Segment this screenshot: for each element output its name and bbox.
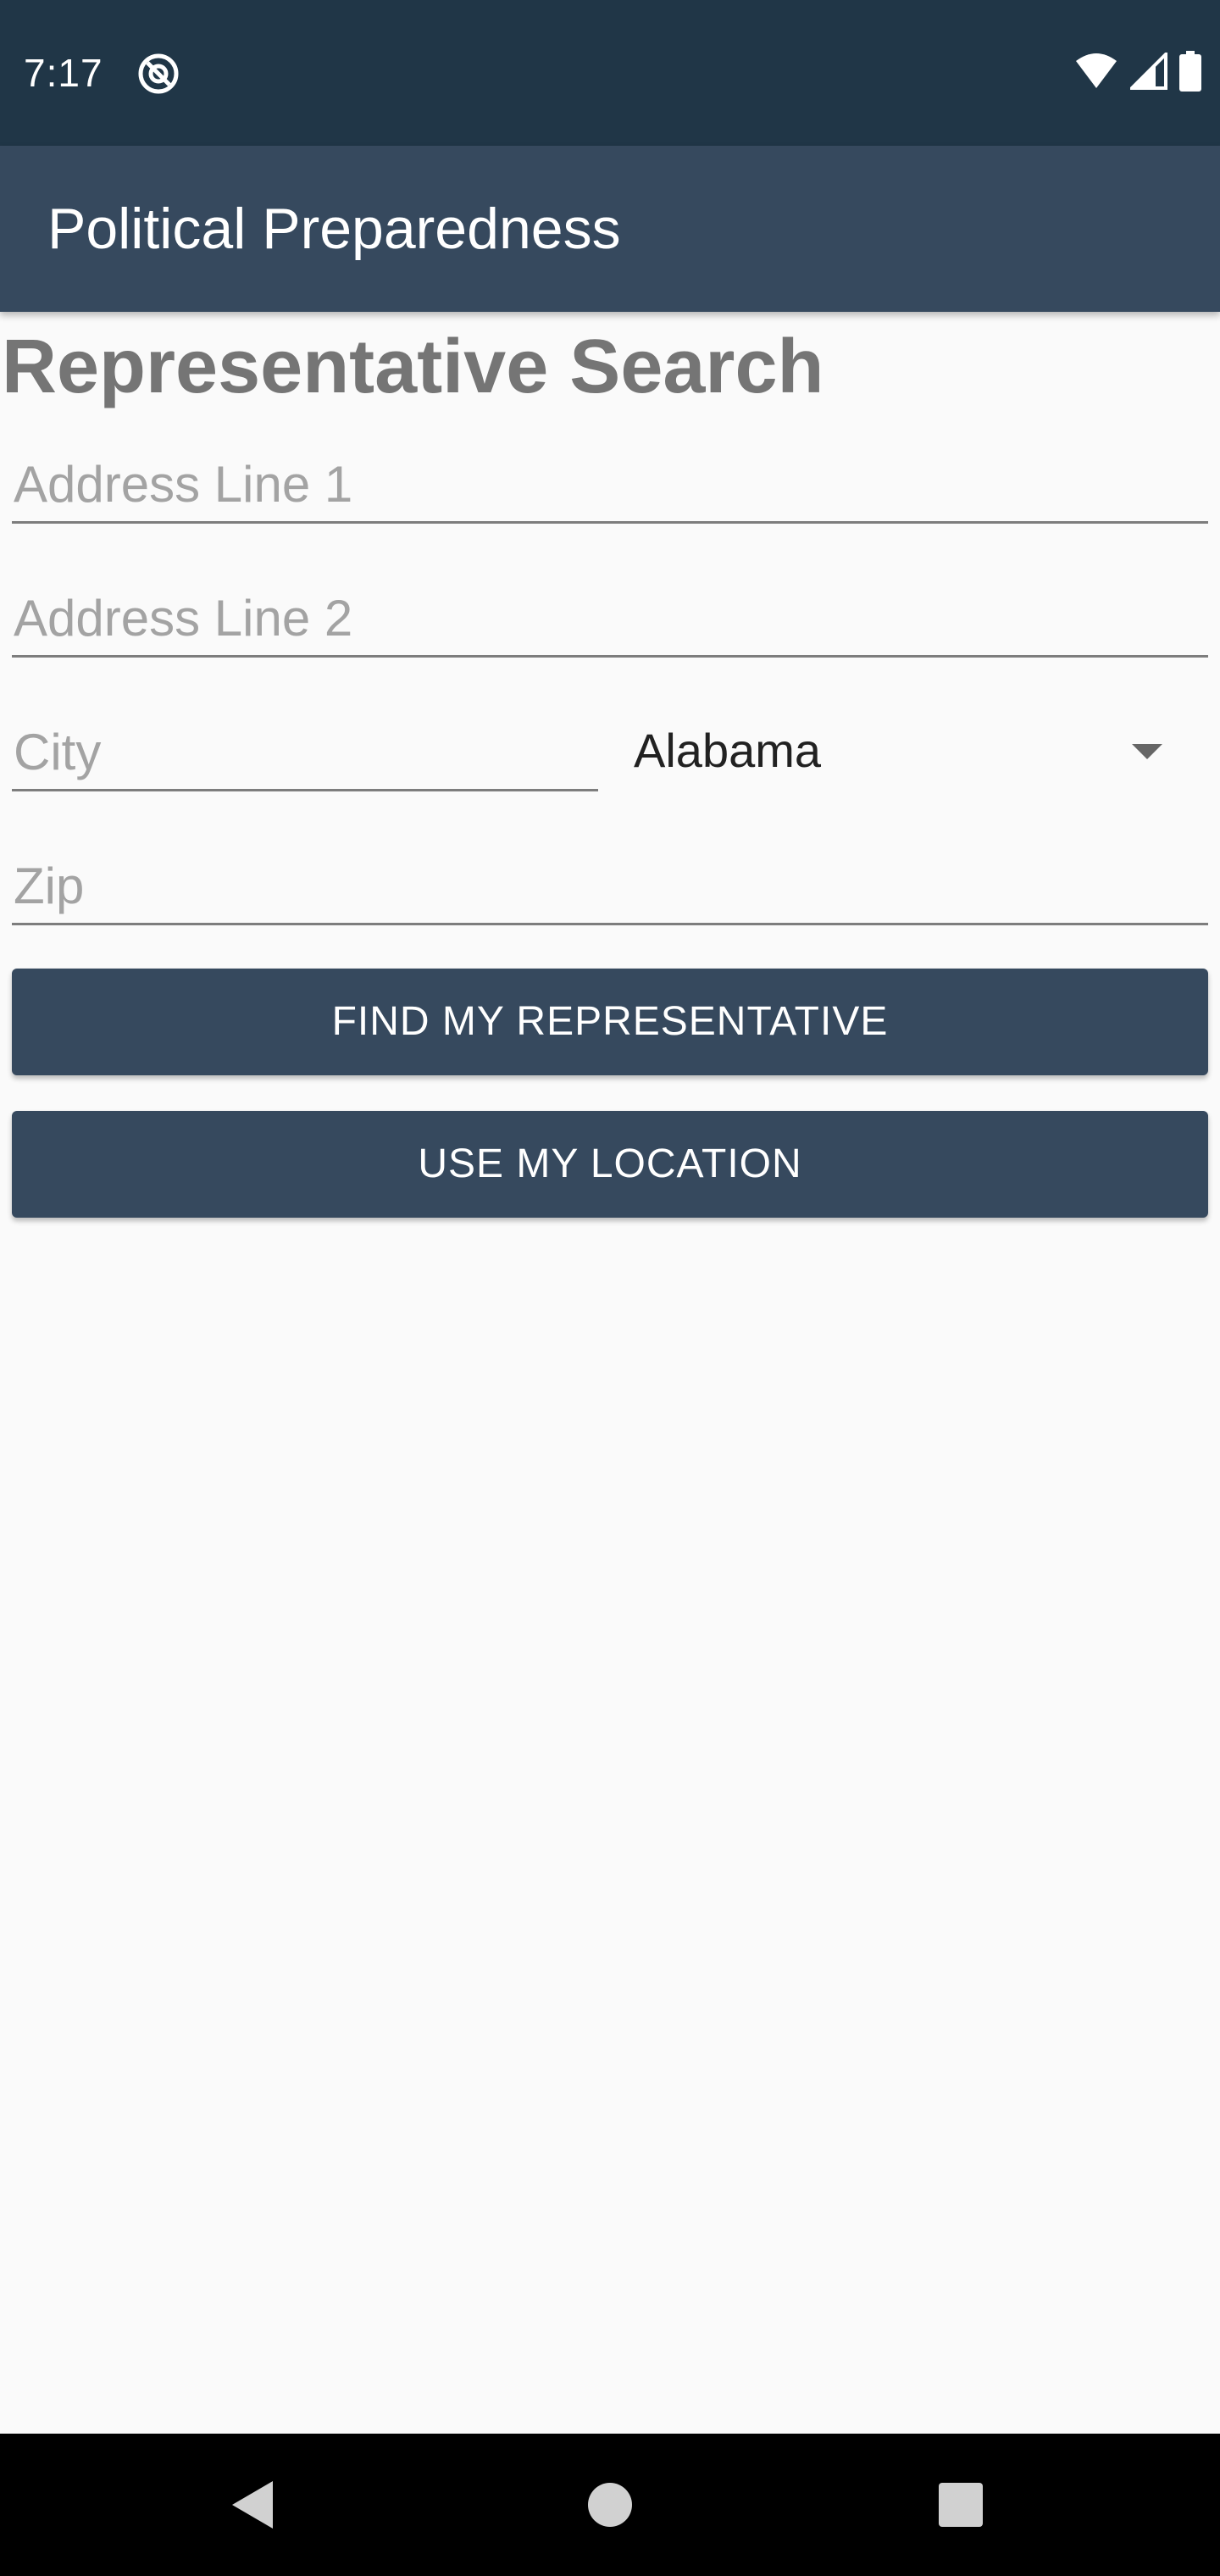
recents-icon[interactable] bbox=[939, 2483, 983, 2527]
address-line-2-field bbox=[12, 564, 1208, 658]
use-my-location-button[interactable]: USE MY LOCATION bbox=[12, 1111, 1208, 1218]
status-icons bbox=[1074, 49, 1201, 96]
page-title: Representative Search bbox=[2, 325, 824, 409]
app-bar: Political Preparedness bbox=[0, 146, 1220, 312]
status-time: 7:17 bbox=[24, 51, 103, 95]
home-icon[interactable] bbox=[588, 2483, 632, 2527]
system-nav-bar bbox=[0, 2434, 1220, 2576]
wifi-icon bbox=[1074, 53, 1118, 94]
state-selected-value: Alabama bbox=[634, 724, 822, 777]
find-my-representative-button[interactable]: FIND MY REPRESENTATIVE bbox=[12, 969, 1208, 1075]
address-line-1-input[interactable] bbox=[12, 430, 1208, 524]
address-line-2-input[interactable] bbox=[12, 564, 1208, 658]
city-input[interactable] bbox=[12, 698, 598, 791]
city-field bbox=[12, 698, 598, 791]
app-title: Political Preparedness bbox=[47, 197, 621, 261]
back-icon[interactable] bbox=[232, 2481, 273, 2529]
signal-icon bbox=[1128, 49, 1167, 94]
address-line-1-field bbox=[12, 430, 1208, 524]
zip-input[interactable] bbox=[12, 832, 1208, 925]
status-bar: 7:17 bbox=[0, 0, 1220, 146]
zip-field bbox=[12, 832, 1208, 925]
notification-icon bbox=[136, 51, 181, 97]
battery-icon bbox=[1179, 50, 1201, 96]
dropdown-arrow-icon bbox=[1132, 744, 1162, 759]
state-dropdown[interactable]: Alabama bbox=[634, 703, 1193, 798]
